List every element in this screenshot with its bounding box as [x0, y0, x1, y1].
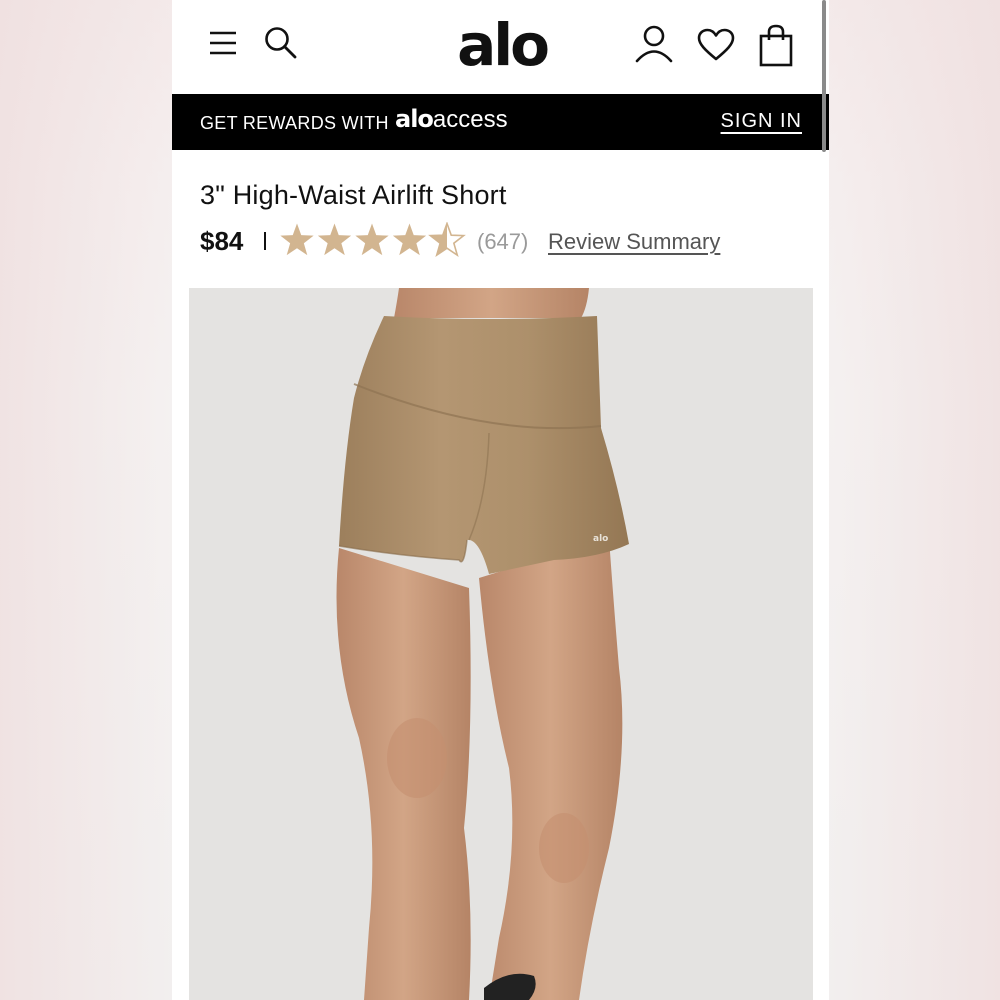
site-header: alo	[172, 0, 829, 94]
product-price: $84	[200, 226, 244, 256]
price-divider	[264, 232, 266, 250]
shorts-logo: alo	[593, 534, 608, 544]
sign-in-link[interactable]: SIGN IN	[721, 110, 802, 133]
account-icon[interactable]	[634, 24, 674, 64]
menu-icon[interactable]	[208, 28, 238, 58]
background-right	[828, 0, 1000, 1000]
rewards-label: GET REWARDS WITH	[200, 113, 389, 133]
shopping-bag-icon[interactable]	[758, 24, 794, 68]
phone-screen: alo GET REWARDS WITH aloaccess SIGN IN 3…	[172, 0, 829, 1000]
rating-stars[interactable]	[280, 222, 468, 260]
star-full-icon	[392, 223, 427, 256]
background-left	[0, 0, 172, 1000]
review-count[interactable]: (647)	[477, 229, 528, 255]
alo-logo[interactable]: alo	[454, 5, 550, 85]
search-icon[interactable]	[264, 26, 298, 60]
product-image[interactable]: alo	[189, 288, 813, 1000]
star-full-icon	[280, 223, 314, 256]
alo-access-logo: aloaccess	[395, 105, 508, 134]
scrollbar[interactable]	[822, 0, 826, 152]
alo-access-brand: alo	[395, 105, 434, 133]
star-full-icon	[317, 223, 352, 256]
heart-icon[interactable]	[697, 28, 735, 62]
alo-access-suffix: access	[432, 106, 508, 133]
rewards-banner[interactable]: GET REWARDS WITH aloaccess SIGN IN	[172, 94, 829, 150]
star-full-icon	[355, 223, 389, 256]
product-title: 3" High-Waist Airlift Short	[200, 180, 507, 210]
review-summary-link[interactable]: Review Summary	[548, 229, 720, 255]
